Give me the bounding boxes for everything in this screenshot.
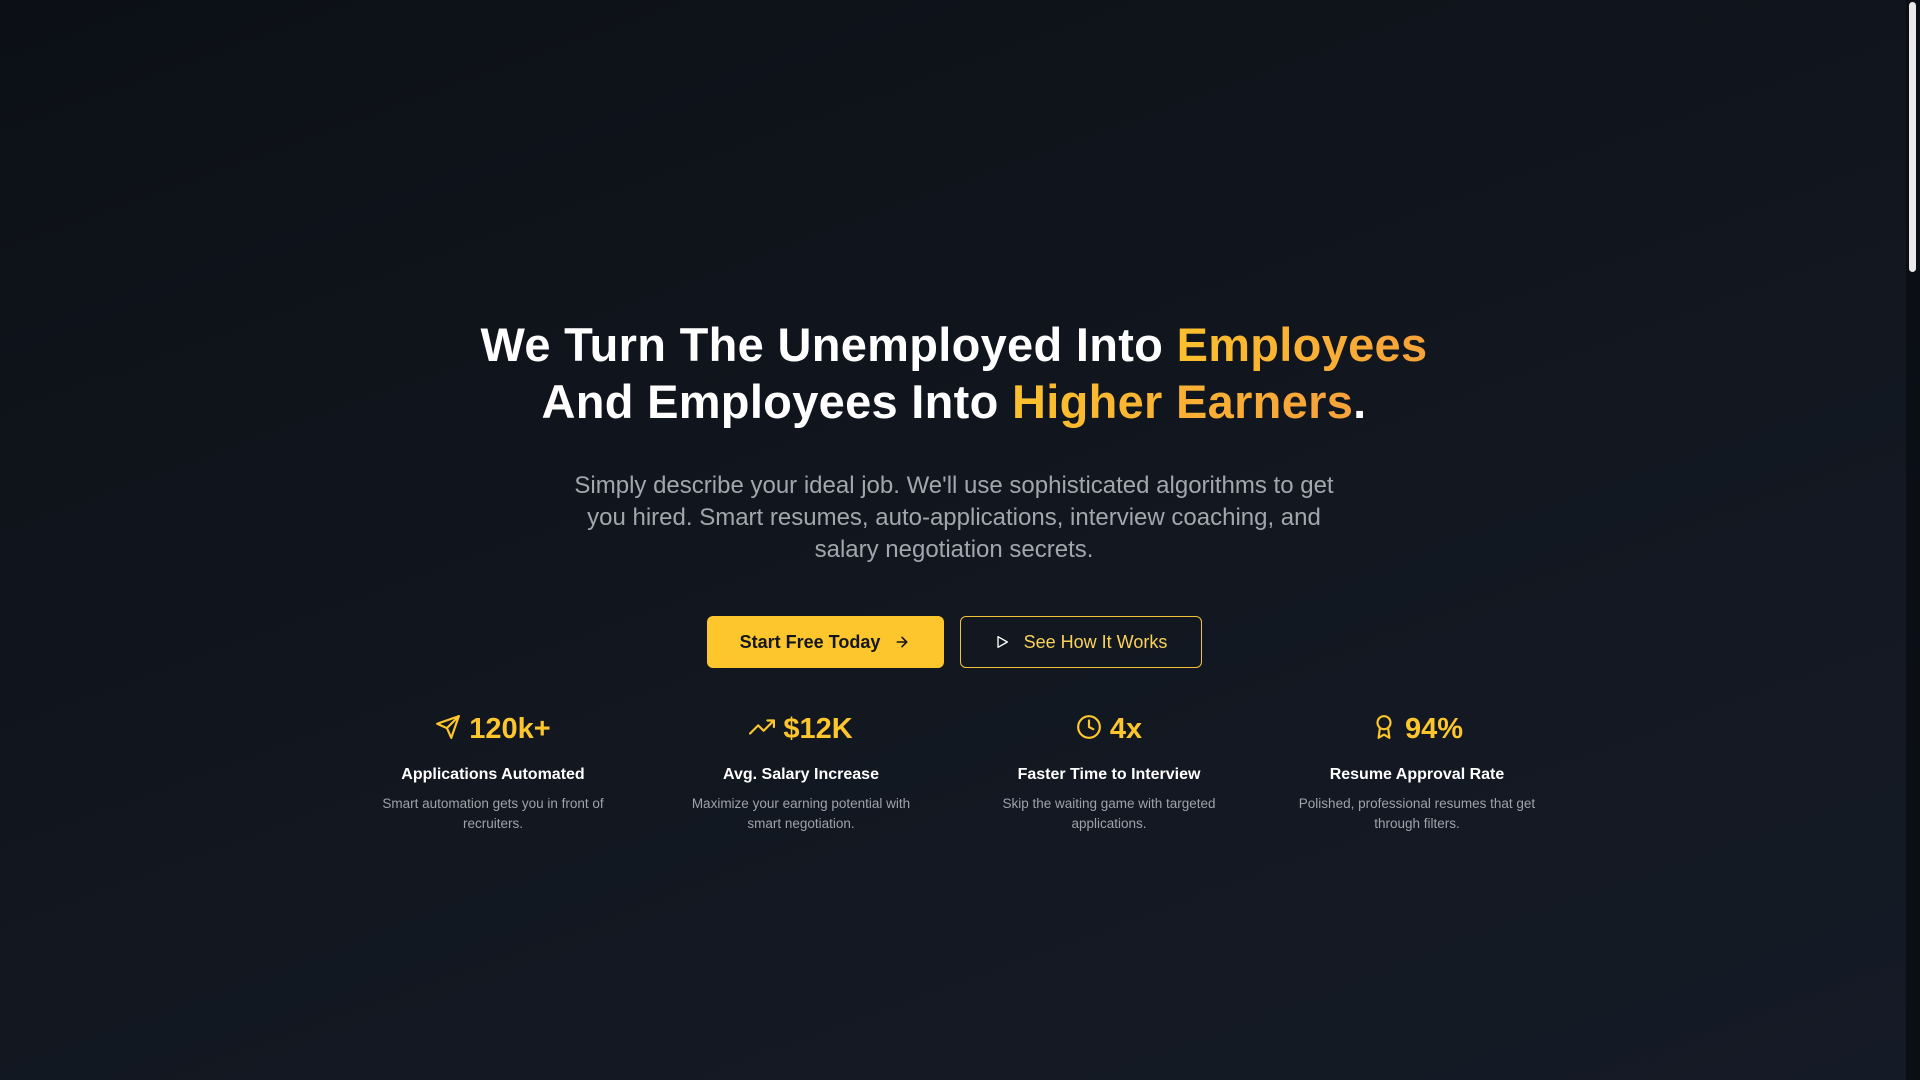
hero-subtitle: Simply describe your ideal job. We'll us… <box>574 472 1334 563</box>
send-icon <box>435 714 461 745</box>
headline-line2-suffix: . <box>1353 375 1367 428</box>
hero-headline: We Turn The Unemployed Into Employees An… <box>0 316 1908 430</box>
play-icon <box>994 634 1010 650</box>
headline-line2-prefix: And Employees Into <box>541 375 1012 428</box>
vertical-scrollbar[interactable] <box>1906 0 1920 1080</box>
stat-resume: 94% Resume Approval Rate Polished, profe… <box>1287 710 1547 834</box>
stat-value: $12K <box>783 712 853 745</box>
headline-line1-accent: Employees <box>1176 318 1428 371</box>
start-free-button-label: Start Free Today <box>739 631 881 652</box>
stat-title: Faster Time to Interview <box>1017 766 1201 783</box>
clock-icon <box>1076 714 1102 745</box>
landing-page: We Turn The Unemployed Into Employees An… <box>0 0 1906 1080</box>
stat-value: 94% <box>1404 712 1464 745</box>
headline-line1-prefix: We Turn The Unemployed Into <box>480 318 1177 371</box>
stat-interview: 4x Faster Time to Interview Skip the wai… <box>979 710 1239 834</box>
stat-description: Smart automation gets you in front of re… <box>382 796 604 831</box>
stat-applications: 120k+ Applications Automated Smart autom… <box>363 710 623 834</box>
see-how-it-works-button[interactable]: See How It Works <box>959 616 1202 668</box>
stats-row: 120k+ Applications Automated Smart autom… <box>363 710 1547 834</box>
cta-row: Start Free Today See How It Works <box>0 616 1908 668</box>
arrow-right-icon <box>894 634 910 650</box>
stat-title: Applications Automated <box>401 766 585 783</box>
trending-up-icon <box>749 714 776 745</box>
award-icon <box>1371 714 1397 745</box>
stat-description: Polished, professional resumes that get … <box>1298 796 1536 831</box>
stat-value: 120k+ <box>469 712 551 745</box>
stat-title: Resume Approval Rate <box>1329 766 1505 783</box>
start-free-button[interactable]: Start Free Today <box>706 616 944 668</box>
stat-description: Maximize your earning potential with sma… <box>691 796 911 831</box>
hero-section: We Turn The Unemployed Into Employees An… <box>0 316 1908 668</box>
scrollbar-thumb[interactable] <box>1909 2 1916 272</box>
stat-value: 4x <box>1109 712 1143 745</box>
stat-salary: $12K Avg. Salary Increase Maximize your … <box>671 710 931 834</box>
stat-title: Avg. Salary Increase <box>723 766 879 783</box>
stat-description: Skip the waiting game with targeted appl… <box>1002 796 1216 831</box>
headline-line2-accent: Higher Earners <box>1012 375 1354 428</box>
see-how-it-works-label: See How It Works <box>1023 631 1168 652</box>
